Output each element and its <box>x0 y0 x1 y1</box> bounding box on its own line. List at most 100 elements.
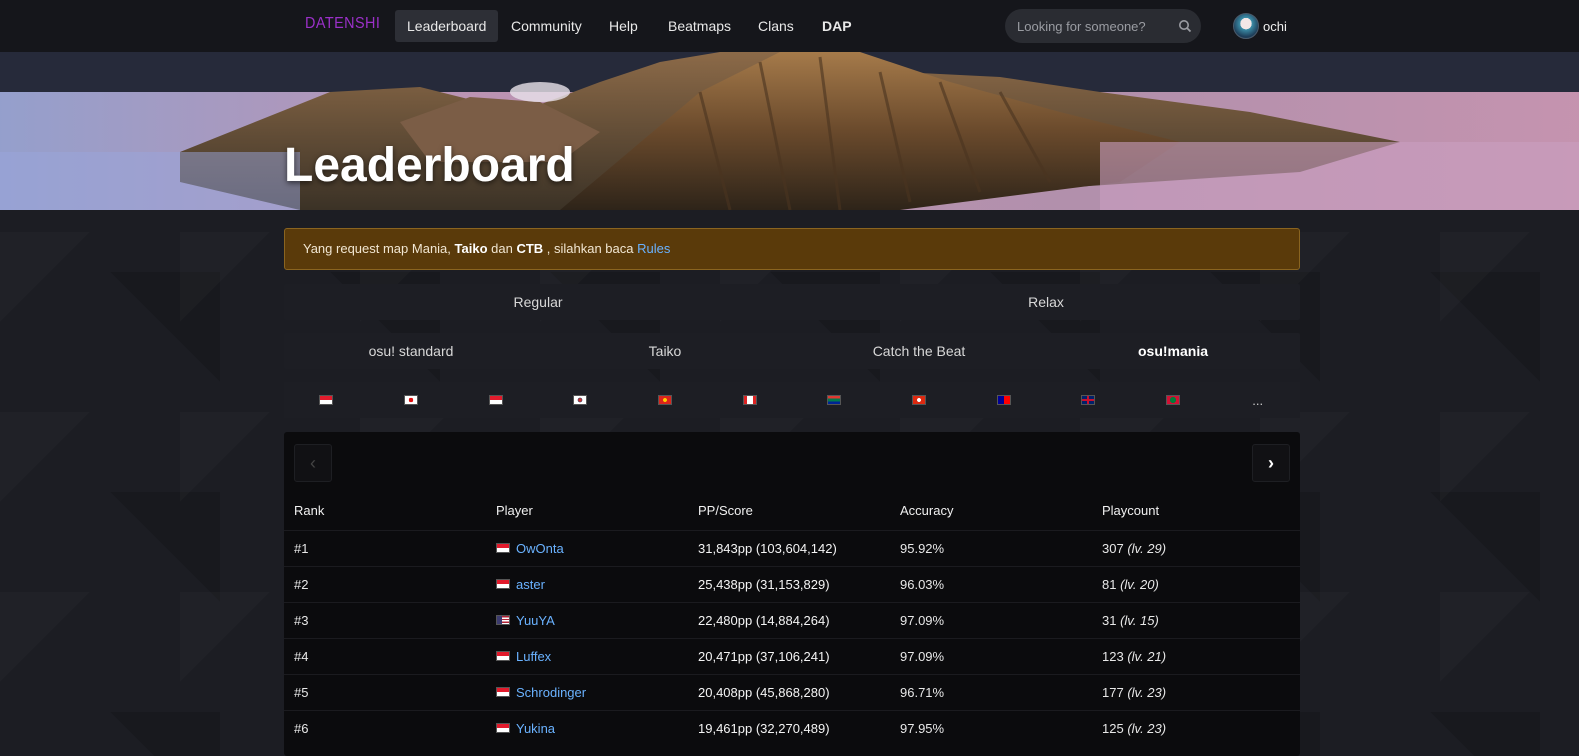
flag-id-icon <box>496 723 510 734</box>
flag-gb-icon <box>1081 395 1096 405</box>
rank-cell: #5 <box>284 673 486 710</box>
player-link[interactable]: Schrodinger <box>496 685 688 700</box>
user-menu[interactable]: ochi <box>1233 12 1287 40</box>
hero-banner: Leaderboard <box>0 52 1579 210</box>
player-link[interactable]: Luffex <box>496 649 688 664</box>
tab-osu-standard[interactable]: osu! standard <box>284 333 538 369</box>
search-input[interactable] <box>1017 9 1167 43</box>
score-value: (14,884,264) <box>752 612 830 628</box>
country-filter-more[interactable]: ... <box>1215 382 1300 418</box>
playcount-value: 81 <box>1102 576 1117 592</box>
country-filter-ca[interactable] <box>707 382 792 418</box>
flag-vn-icon <box>658 395 673 405</box>
tab-taiko[interactable]: Taiko <box>538 333 792 369</box>
nav-community[interactable]: Community <box>499 10 594 42</box>
country-filter-za[interactable] <box>792 382 877 418</box>
header-player[interactable]: Player <box>486 492 688 530</box>
avatar[interactable] <box>1233 13 1259 39</box>
player-name[interactable]: Yukina <box>516 721 555 736</box>
mode-tabs: Regular Relax <box>284 284 1300 320</box>
rank-cell: #3 <box>284 601 486 638</box>
pp-value: 22,480pp <box>698 612 753 628</box>
header-rank[interactable]: Rank <box>284 492 486 530</box>
player-name[interactable]: YuuYA <box>516 613 555 628</box>
next-page-button[interactable]: › <box>1252 444 1290 482</box>
pp-value: 25,438pp <box>698 576 753 592</box>
chevron-left-icon: ‹ <box>310 452 316 473</box>
header-accuracy[interactable]: Accuracy <box>890 492 1092 530</box>
rules-link[interactable]: Rules <box>637 241 670 256</box>
tab-relax[interactable]: Relax <box>792 284 1300 320</box>
flag-za-icon <box>827 395 842 405</box>
prev-page-button[interactable]: ‹ <box>294 444 332 482</box>
nav-leaderboard[interactable]: Leaderboard <box>395 10 499 42</box>
player-link[interactable]: OwOnta <box>496 541 688 556</box>
table-row: #4 Luffex 20,471pp (37,106,241) 97.09% 1… <box>284 637 1300 674</box>
brand-logo[interactable]: DATENSHI <box>305 15 380 33</box>
country-filter-id-2[interactable] <box>453 382 538 418</box>
flag-id-icon <box>496 579 510 589</box>
level-value: (lv. 15) <box>1116 612 1159 628</box>
player-link[interactable]: aster <box>496 577 688 592</box>
nav-help[interactable]: Help <box>597 10 650 42</box>
accuracy-cell: 96.71% <box>890 673 1092 710</box>
country-filter-tw[interactable] <box>961 382 1046 418</box>
rules-alert: Yang request map Mania, Taiko dan CTB , … <box>284 228 1300 270</box>
flag-kr-icon <box>573 395 588 405</box>
pp-value: 19,461pp <box>698 720 753 736</box>
pp-value: 31,843pp <box>698 540 753 556</box>
country-filter-hk[interactable] <box>877 382 962 418</box>
country-filter: ... <box>284 382 1300 418</box>
score-value: (45,868,280) <box>752 684 830 700</box>
navbar: DATENSHI Leaderboard Community Help Beat… <box>0 0 1579 52</box>
tab-regular[interactable]: Regular <box>284 284 792 320</box>
country-filter-vn[interactable] <box>623 382 708 418</box>
pp-value: 20,471pp <box>698 648 753 664</box>
score-value: (32,270,489) <box>752 720 830 736</box>
search-icon[interactable] <box>1178 19 1192 33</box>
accuracy-cell: 96.03% <box>890 565 1092 602</box>
header-playcount[interactable]: Playcount <box>1092 492 1300 530</box>
player-name[interactable]: Luffex <box>516 649 551 664</box>
accuracy-cell: 97.09% <box>890 637 1092 674</box>
search-box <box>1005 9 1201 43</box>
username[interactable]: ochi <box>1263 19 1287 34</box>
nav-clans[interactable]: Clans <box>746 10 806 42</box>
flag-id-icon <box>496 687 510 697</box>
rank-cell: #6 <box>284 709 486 746</box>
country-filter-id[interactable] <box>284 382 369 418</box>
rank-cell: #4 <box>284 637 486 674</box>
player-link[interactable]: Yukina <box>496 721 688 736</box>
player-name[interactable]: aster <box>516 577 545 592</box>
playcount-value: 177 <box>1102 684 1124 700</box>
tab-catch-the-beat[interactable]: Catch the Beat <box>792 333 1046 369</box>
header-pp-score[interactable]: PP/Score <box>688 492 890 530</box>
alert-text-suffix: , silahkan baca <box>543 241 638 256</box>
table-row: #3 YuuYA 22,480pp (14,884,264) 97.09% 31… <box>284 601 1300 638</box>
flag-id-icon <box>496 651 510 661</box>
country-filter-gb[interactable] <box>1046 382 1131 418</box>
table-row: #5 Schrodinger 20,408pp (45,868,280) 96.… <box>284 673 1300 710</box>
accuracy-cell: 95.92% <box>890 529 1092 566</box>
nav-beatmaps[interactable]: Beatmaps <box>656 10 743 42</box>
flag-id-icon <box>488 395 503 405</box>
score-value: (103,604,142) <box>752 540 837 556</box>
table-row: #1 OwOnta 31,843pp (103,604,142) 95.92% … <box>284 529 1300 566</box>
accuracy-cell: 97.09% <box>890 601 1092 638</box>
player-name[interactable]: Schrodinger <box>516 685 586 700</box>
rank-cell: #2 <box>284 565 486 602</box>
country-filter-jp[interactable] <box>369 382 454 418</box>
country-filter-kr[interactable] <box>538 382 623 418</box>
player-link[interactable]: YuuYA <box>496 613 688 628</box>
country-filter-mv[interactable] <box>1131 382 1216 418</box>
table-header-row: Rank Player PP/Score Accuracy Playcount <box>284 492 1300 530</box>
nav-dap[interactable]: DAP <box>810 10 864 42</box>
player-name[interactable]: OwOnta <box>516 541 564 556</box>
tab-osu-mania[interactable]: osu!mania <box>1046 333 1300 369</box>
more-countries[interactable]: ... <box>1252 393 1263 408</box>
flag-mv-icon <box>1166 395 1181 405</box>
flag-jp-icon <box>404 395 418 405</box>
playcount-value: 125 <box>1102 720 1124 736</box>
page-title: Leaderboard <box>284 139 575 192</box>
flag-us-icon <box>496 615 510 625</box>
